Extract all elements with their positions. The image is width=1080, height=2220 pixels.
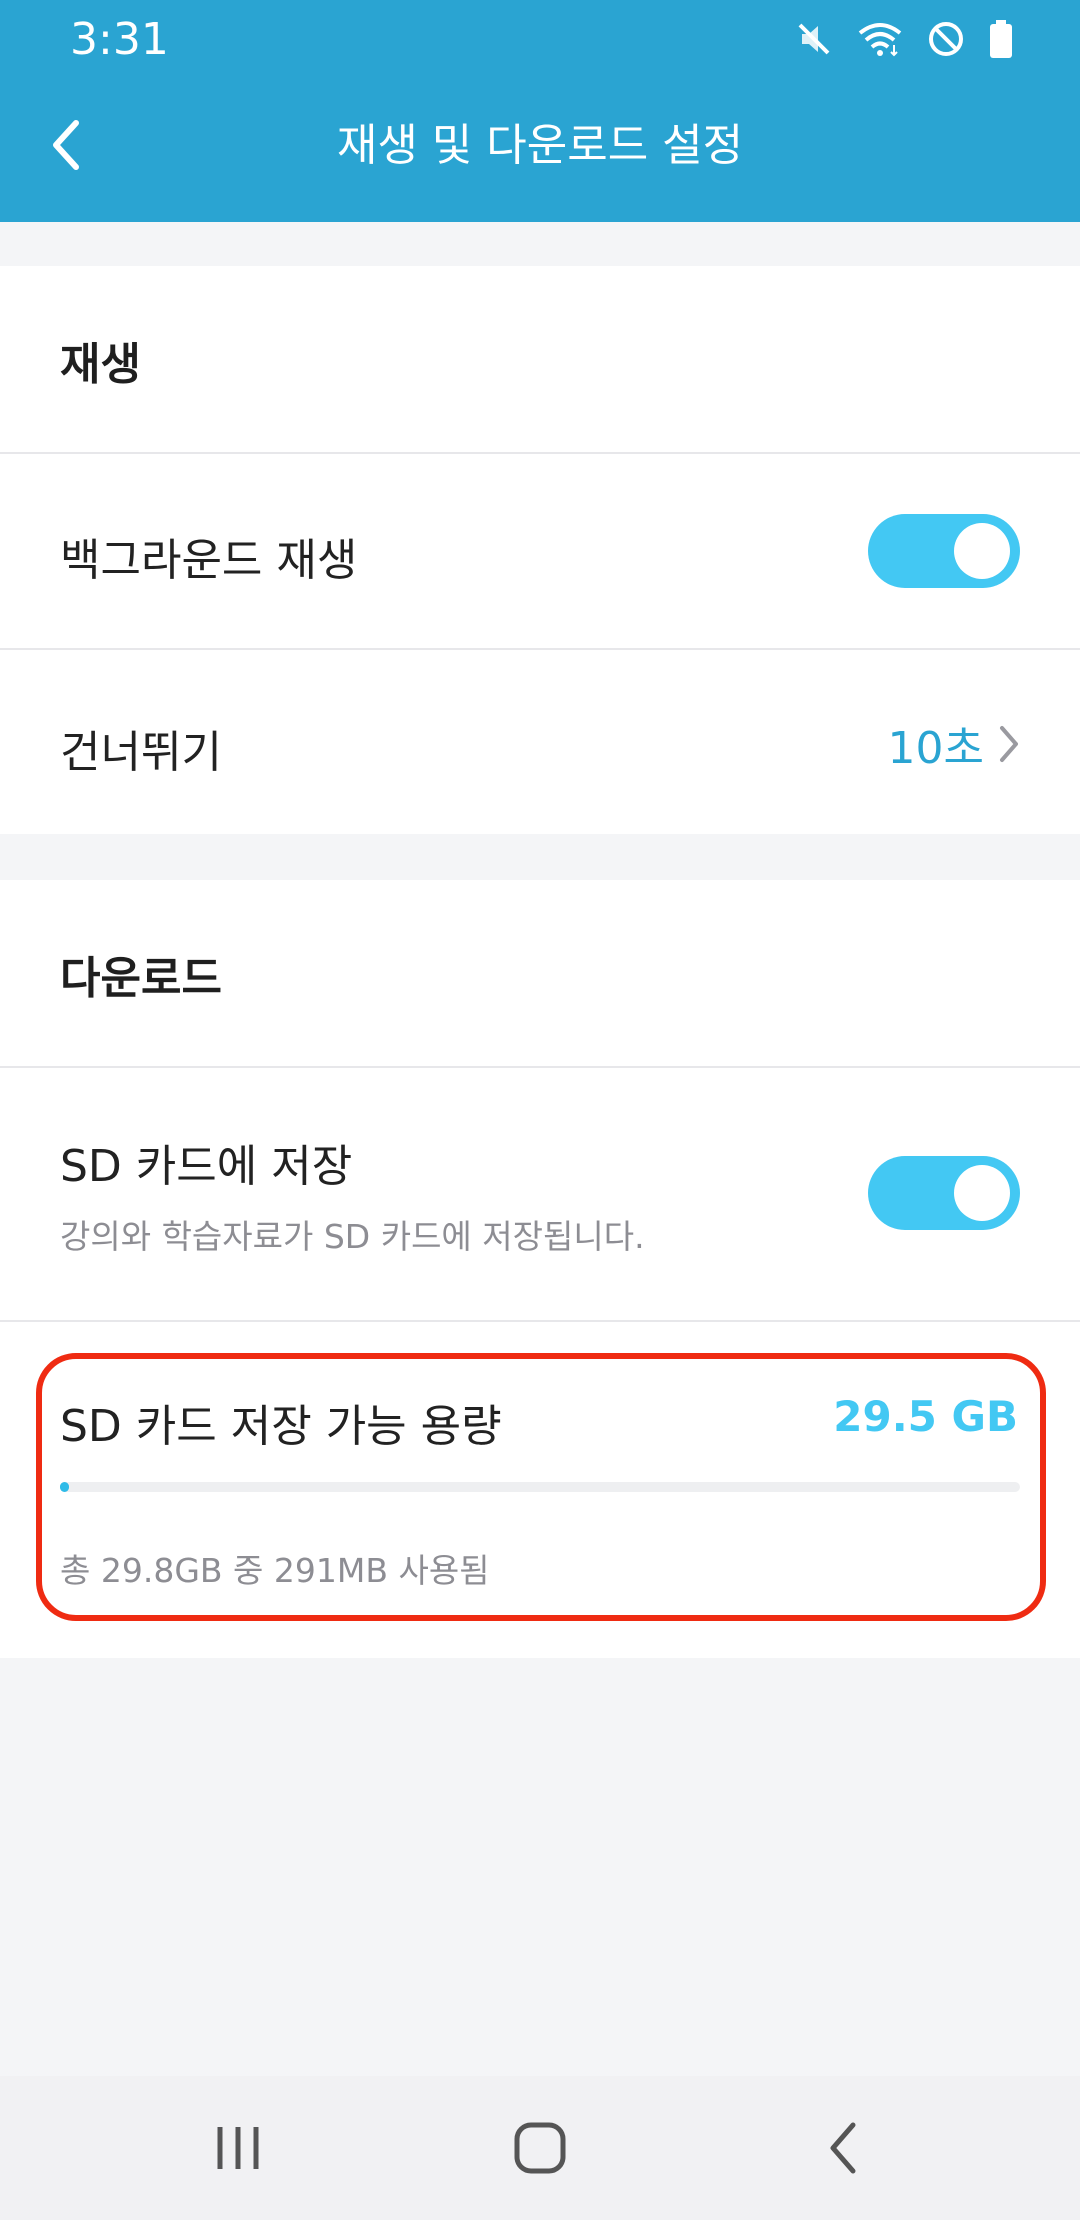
section-header-playback: 재생 [60, 339, 141, 390]
battery-icon [988, 19, 1014, 59]
background-play-label: 백그라운드 재생 [60, 535, 358, 586]
skip-row[interactable]: 건너뛰기 10초 [0, 648, 1080, 834]
recent-apps-button[interactable] [188, 2106, 288, 2190]
status-icons [794, 14, 1014, 64]
skip-value-link[interactable]: 10초 [888, 712, 1020, 776]
recent-apps-icon [217, 2127, 259, 2169]
playback-section: 재생 백그라운드 재생 건너뛰기 10초 [0, 266, 1080, 834]
sd-save-toggle[interactable] [868, 1156, 1020, 1230]
playback-header-row: 재생 [0, 266, 1080, 452]
download-header-row: 다운로드 [0, 880, 1080, 1066]
back-icon [830, 2122, 856, 2174]
system-back-button[interactable] [792, 2106, 892, 2190]
highlight-outline [36, 1353, 1046, 1621]
background-play-row[interactable]: 백그라운드 재생 [0, 452, 1080, 648]
app-bar: 3:31 재생 및 다운로드 설정 [0, 0, 1080, 222]
skip-label: 건너뛰기 [60, 727, 222, 778]
toggle-knob [954, 1165, 1010, 1221]
wifi-icon [856, 19, 904, 59]
page-title: 재생 및 다운로드 설정 [336, 120, 744, 171]
home-button[interactable] [490, 2106, 590, 2190]
sd-save-row[interactable]: SD 카드에 저장 강의와 학습자료가 SD 카드에 저장됩니다. [0, 1066, 1080, 1320]
section-header-download: 다운로드 [60, 953, 222, 1004]
mute-icon [794, 19, 834, 59]
system-nav-bar [0, 2076, 1080, 2220]
screen: 3:31 재생 및 다운로드 설정 재생 백그라운드 재생 건너뛰기 10초 다… [0, 0, 1080, 2220]
sd-save-label: SD 카드에 저장 [60, 1141, 353, 1192]
chevron-right-icon [1000, 726, 1018, 762]
home-icon [514, 2122, 566, 2174]
do-not-disturb-icon [926, 19, 966, 59]
skip-value: 10초 [887, 723, 984, 774]
toggle-knob [954, 523, 1010, 579]
background-play-toggle[interactable] [868, 514, 1020, 588]
sd-save-description: 강의와 학습자료가 SD 카드에 저장됩니다. [60, 1217, 645, 1256]
status-time: 3:31 [70, 14, 169, 65]
